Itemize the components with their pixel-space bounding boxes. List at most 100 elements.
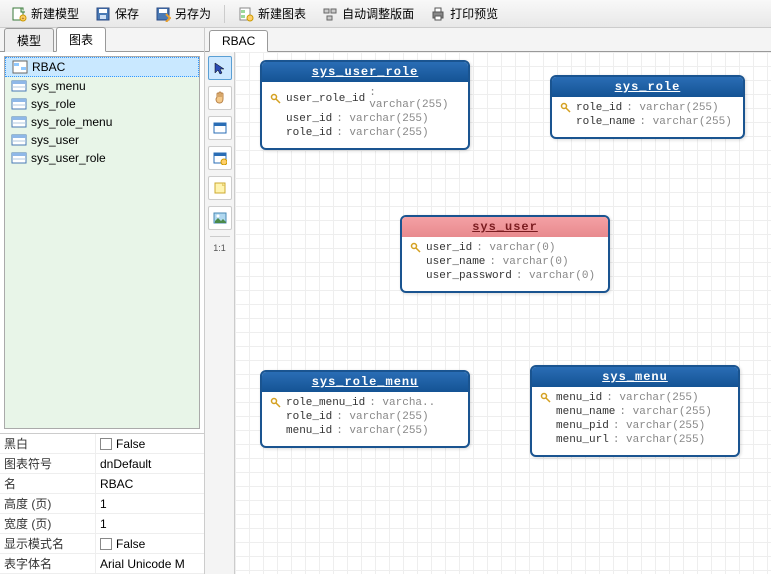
column-row[interactable]: menu_name: varchar(255) <box>540 405 730 419</box>
tree-item[interactable]: sys_menu <box>5 77 199 95</box>
tool-view[interactable] <box>208 146 232 170</box>
print-preview-button[interactable]: 打印预览 <box>423 2 505 25</box>
column-name: menu_id <box>556 392 602 404</box>
tree-item[interactable]: sys_user <box>5 131 199 149</box>
save-icon <box>95 6 111 22</box>
tab-model[interactable]: 模型 <box>4 28 54 52</box>
column-type: : varchar(0) <box>516 270 595 282</box>
checkbox-icon[interactable] <box>100 438 112 450</box>
property-value[interactable]: False <box>95 534 204 553</box>
svg-text:+: + <box>22 16 25 22</box>
column-name: role_name <box>576 116 635 128</box>
column-row[interactable]: menu_id : varchar(255) <box>270 424 460 438</box>
property-row[interactable]: 表字体名Arial Unicode M <box>0 554 204 574</box>
new-model-label: 新建模型 <box>31 5 79 22</box>
column-row[interactable]: user_id: varchar(0) <box>410 241 600 255</box>
entity-sys_menu[interactable]: sys_menumenu_id: varchar(255)menu_name: … <box>530 365 740 457</box>
tool-relationship-label[interactable]: 1:1 <box>213 243 226 253</box>
entity-sys_role[interactable]: sys_role role_id: varchar(255)role_name: … <box>550 75 745 139</box>
property-row[interactable]: 名RBAC <box>0 474 204 494</box>
property-row[interactable]: 黑白False <box>0 434 204 454</box>
property-value[interactable]: 1 <box>95 494 204 513</box>
entity-sys_role_menu[interactable]: sys_role_menu role_menu_id: varcha..role_… <box>260 370 470 448</box>
diagram-icon <box>12 60 28 74</box>
entity-sys_user[interactable]: sys_user user_id: varchar(0)user_name: va… <box>400 215 610 293</box>
save-as-button[interactable]: 另存为 <box>148 2 218 25</box>
entity-header[interactable]: sys_menu <box>532 367 738 387</box>
column-row[interactable]: role_id: varchar(255) <box>560 101 735 115</box>
property-value[interactable]: 1 <box>95 514 204 533</box>
column-row[interactable]: user_id: varchar(255) <box>270 112 460 126</box>
save-as-label: 另存为 <box>175 5 211 22</box>
entity-header[interactable]: sys_user <box>402 217 608 237</box>
column-type: : varchar(255) <box>336 127 428 139</box>
property-row[interactable]: 图表符号dnDefault <box>0 454 204 474</box>
tree-item[interactable]: sys_role <box>5 95 199 113</box>
tree-item[interactable]: sys_user_role <box>5 149 199 167</box>
entity-body: user_role_id: varchar(255)user_id: varch… <box>262 82 468 148</box>
entity-header[interactable]: sys_role <box>552 77 743 97</box>
column-row[interactable]: role_id : varchar(255) <box>270 126 460 140</box>
column-row[interactable]: user_role_id: varchar(255) <box>270 86 460 112</box>
column-type: : varchar(255) <box>336 425 428 437</box>
property-row[interactable]: 显示模式名False <box>0 534 204 554</box>
new-diagram-label: 新建图表 <box>258 5 306 22</box>
column-row[interactable]: menu_id: varchar(255) <box>540 391 730 405</box>
checkbox-icon[interactable] <box>100 538 112 550</box>
new-model-button[interactable]: + 新建模型 <box>4 2 86 25</box>
column-type: : varcha.. <box>369 397 435 409</box>
entity-body: menu_id: varchar(255)menu_name: varchar(… <box>532 387 738 455</box>
auto-layout-button[interactable]: 自动调整版面 <box>315 2 421 25</box>
new-diagram-button[interactable]: 新建图表 <box>231 2 313 25</box>
canvas-area: RBAC 1:1 sys_user_role user_role_id: varc… <box>205 28 771 574</box>
column-row[interactable]: user_password: varchar(0) <box>410 269 600 283</box>
entity-sys_user_role[interactable]: sys_user_role user_role_id: varchar(255)u… <box>260 60 470 150</box>
column-name: role_id <box>286 127 332 139</box>
tool-note[interactable] <box>208 176 232 200</box>
column-row[interactable]: role_menu_id: varcha.. <box>270 396 460 410</box>
property-value[interactable]: RBAC <box>95 474 204 493</box>
column-name: role_id <box>286 411 332 423</box>
er-canvas[interactable]: sys_user_roleuser_role_id: varchar(255)u… <box>235 52 771 574</box>
tree-view[interactable]: RBAC sys_menu sys_rolesys_role_menu sys_us… <box>4 56 200 429</box>
tool-image[interactable] <box>208 206 232 230</box>
column-type: : varchar(0) <box>489 256 568 268</box>
property-value[interactable]: False <box>95 434 204 453</box>
column-row[interactable]: user_name: varchar(0) <box>410 255 600 269</box>
canvas-tab-rbac[interactable]: RBAC <box>209 30 268 52</box>
table-icon <box>11 151 27 165</box>
tool-pointer[interactable] <box>208 56 232 80</box>
tree-item[interactable]: sys_role_menu <box>5 113 199 131</box>
column-row[interactable]: role_id: varchar(255) <box>270 410 460 424</box>
primary-key-icon <box>410 242 422 254</box>
column-spacer <box>540 420 552 432</box>
property-value[interactable]: Arial Unicode M <box>95 554 204 573</box>
tree-item-label: sys_menu <box>31 79 86 93</box>
left-panel: 模型 图表 RBAC sys_menu sys_rolesys_role_menu… <box>0 28 205 574</box>
save-button[interactable]: 保存 <box>88 2 146 25</box>
column-name: menu_id <box>286 425 332 437</box>
column-row[interactable]: role_name: varchar(255) <box>560 115 735 129</box>
entity-header[interactable]: sys_role_menu <box>262 372 468 392</box>
new-model-icon: + <box>11 6 27 22</box>
property-name: 图表符号 <box>0 455 95 472</box>
auto-layout-icon <box>322 6 338 22</box>
column-row[interactable]: menu_url: varchar(255) <box>540 433 730 447</box>
table-icon <box>11 97 27 111</box>
entity-header[interactable]: sys_user_role <box>262 62 468 82</box>
tab-diagram[interactable]: 图表 <box>56 27 106 52</box>
column-name: menu_name <box>556 406 615 418</box>
property-value[interactable]: dnDefault <box>95 454 204 473</box>
property-row[interactable]: 宽度 (页)1 <box>0 514 204 534</box>
column-type: : varchar(0) <box>476 242 555 254</box>
tree-root[interactable]: RBAC <box>5 57 199 77</box>
table-icon <box>11 133 27 147</box>
tool-hand[interactable] <box>208 86 232 110</box>
column-name: user_id <box>286 113 332 125</box>
tree-item-label: sys_user <box>31 133 79 147</box>
property-row[interactable]: 高度 (页)1 <box>0 494 204 514</box>
column-spacer <box>560 116 572 128</box>
column-row[interactable]: menu_pid: varchar(255) <box>540 419 730 433</box>
tool-table[interactable] <box>208 116 232 140</box>
print-preview-label: 打印预览 <box>450 5 498 22</box>
